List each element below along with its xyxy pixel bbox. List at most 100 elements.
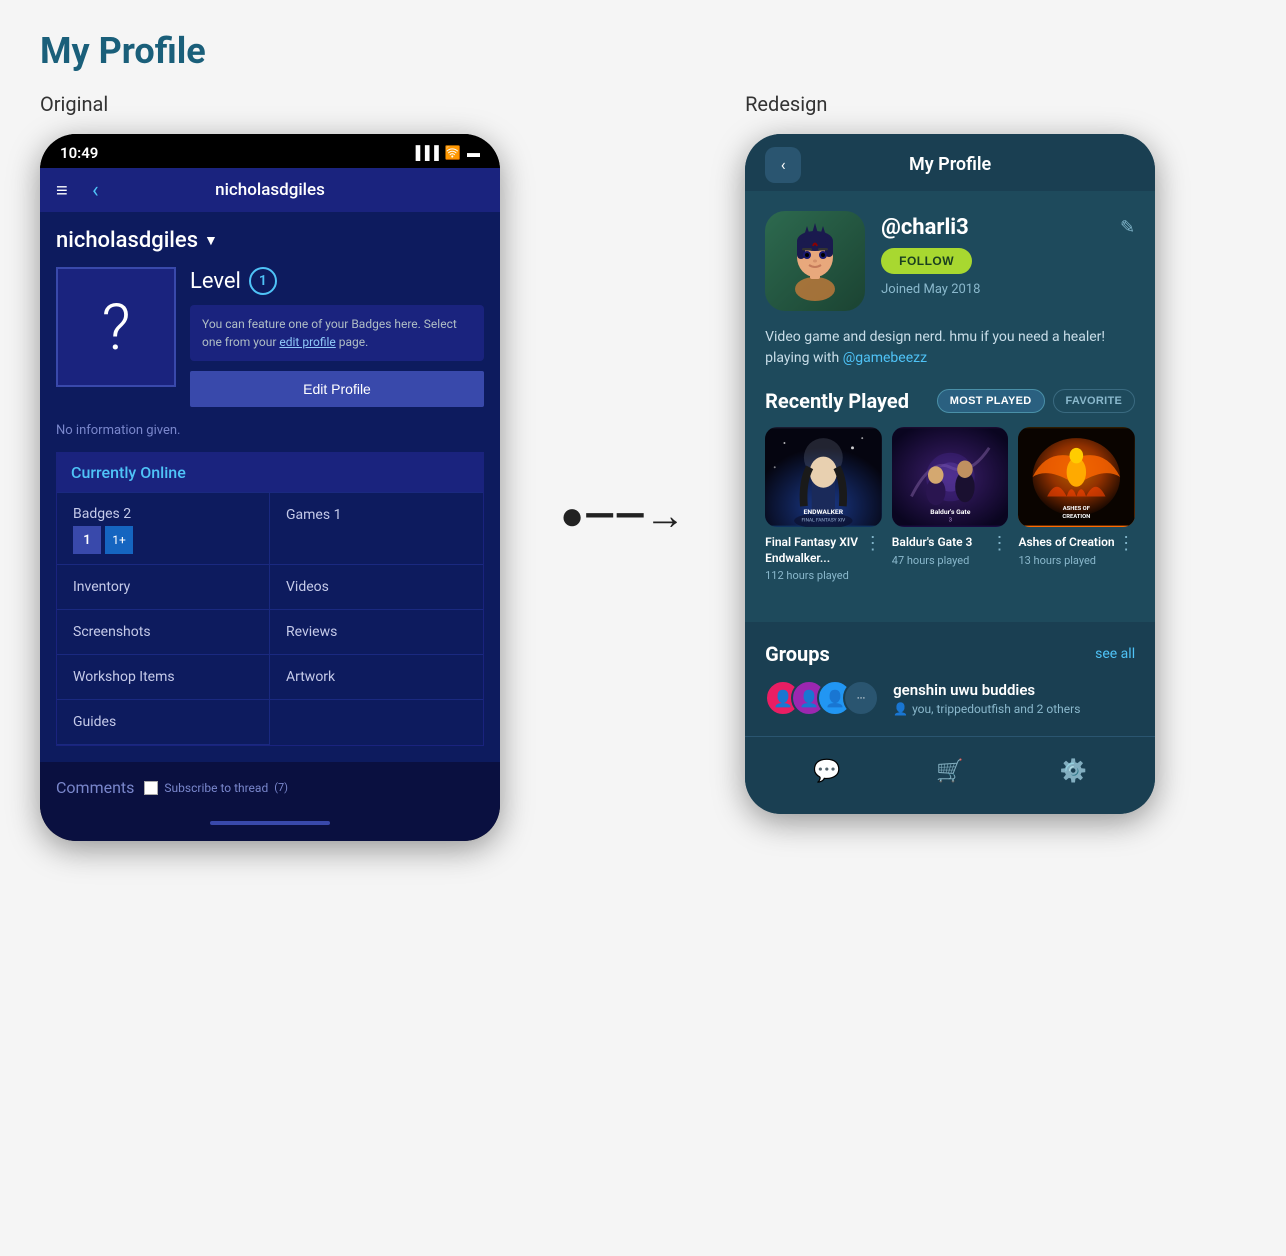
groups-title: Groups — [765, 642, 830, 666]
level-label: Level — [190, 269, 241, 294]
avatar-character-icon — [775, 221, 855, 301]
edit-profile-button[interactable]: Edit Profile — [190, 371, 484, 407]
online-title: Currently Online — [71, 463, 186, 482]
header-title: nicholasdgiles — [215, 180, 325, 200]
bottom-navigation: 💬 🛒 ⚙️ — [745, 736, 1155, 814]
redesign-username: @charli3 — [881, 215, 969, 240]
svg-text:ENDWALKER: ENDWALKER — [804, 508, 844, 516]
chat-nav-icon[interactable]: 💬 — [807, 753, 846, 790]
svg-text:Baldur's Gate: Baldur's Gate — [930, 508, 971, 516]
badges-row: 1 1+ — [73, 526, 253, 554]
badge-info-text: You can feature one of your Badges here.… — [190, 305, 484, 361]
game-name-3: Ashes of Creation — [1018, 535, 1114, 551]
most-played-filter[interactable]: MOST PLAYED — [937, 389, 1045, 413]
cart-nav-icon[interactable]: 🛒 — [930, 753, 969, 790]
comments-section: Comments Subscribe to thread (7) — [40, 762, 500, 813]
back-chevron-icon: ‹ — [781, 155, 786, 174]
workshop-items-label: Workshop Items — [73, 669, 175, 685]
game-card-endwalker: ENDWALKER FINAL FANTASY XIV Final Fantas… — [765, 427, 882, 582]
original-phone: 10:49 ▐▐▐ 🛜 ▬ ≡ ‹ nicholasdgiles nichola… — [40, 134, 500, 841]
level-section: Level 1 You can feature one of your Badg… — [190, 267, 484, 407]
groups-header: Groups see all — [765, 642, 1135, 666]
reviews-cell[interactable]: Reviews — [270, 610, 483, 655]
username: nicholasdgiles — [56, 228, 198, 253]
level-badge: 1 — [249, 267, 277, 295]
badges-count: 2 — [123, 506, 131, 522]
menu-icon[interactable]: ≡ — [56, 178, 68, 203]
back-icon[interactable]: ‹ — [92, 178, 99, 203]
subscribe-label: Subscribe to thread — [164, 781, 268, 795]
profile-card: @charli3 ✎ FOLLOW Joined May 2018 Video … — [745, 191, 1155, 622]
arrow-container: ●——→ — [560, 492, 685, 539]
game-image-ashes[interactable]: ASHES OF CREATION — [1018, 427, 1135, 527]
redesign-section: Redesign ‹ My Profile — [745, 92, 1155, 814]
subscribe-checkbox[interactable] — [144, 781, 158, 795]
original-label: Original — [40, 92, 500, 116]
group-name[interactable]: genshin uwu buddies — [893, 681, 1135, 699]
group-avatar-more: ··· — [843, 680, 879, 716]
inventory-cell[interactable]: Inventory — [57, 565, 270, 610]
person-icon: 👤 — [893, 702, 908, 716]
group-item: 👤 👤 👤 ··· genshin uwu buddies 👤 you, tri… — [765, 680, 1135, 716]
back-button[interactable]: ‹ — [765, 147, 801, 183]
games-label: Games — [286, 507, 330, 523]
group-avatars: 👤 👤 👤 ··· — [765, 680, 879, 716]
game-name-2: Baldur's Gate 3 — [892, 535, 973, 551]
dropdown-arrow-icon[interactable]: ▼ — [204, 232, 218, 249]
signal-icon: ▐▐▐ — [411, 145, 439, 161]
status-icons: ▐▐▐ 🛜 ▬ — [411, 145, 480, 161]
edit-profile-icon[interactable]: ✎ — [1120, 217, 1135, 238]
game-hours-2: 47 hours played — [892, 554, 1009, 567]
bio-mention[interactable]: @gamebeezz — [843, 350, 927, 366]
profile-section: ? Level 1 You can feature one of your Ba… — [56, 267, 484, 407]
user-info-row: @charli3 ✎ FOLLOW Joined May 2018 — [765, 211, 1135, 311]
group-info: genshin uwu buddies 👤 you, trippedoutfis… — [893, 681, 1135, 716]
screenshots-cell[interactable]: Screenshots — [57, 610, 270, 655]
artwork-cell[interactable]: Artwork — [270, 655, 483, 700]
follow-button[interactable]: FOLLOW — [881, 248, 972, 274]
redesign-label: Redesign — [745, 92, 1155, 116]
comments-label: Comments — [56, 778, 134, 797]
game-name-row-1: Final Fantasy XIV Endwalker... ⋮ — [765, 535, 882, 569]
game-image-bg3[interactable]: Baldur's Gate 3 — [892, 427, 1009, 527]
videos-cell[interactable]: Videos — [270, 565, 483, 610]
see-all-link[interactable]: see all — [1095, 646, 1135, 662]
scroll-indicator[interactable] — [210, 821, 330, 825]
group-members: 👤 you, trippedoutfish and 2 others — [893, 702, 1135, 716]
badges-label: Badges 2 — [73, 506, 131, 522]
games-cell[interactable]: Games 1 — [270, 493, 483, 565]
level-row: Level 1 — [190, 267, 484, 295]
scroll-bar-area — [40, 813, 500, 841]
game-hours-3: 13 hours played — [1018, 554, 1135, 567]
edit-profile-link[interactable]: edit profile — [279, 335, 335, 349]
workshop-items-cell[interactable]: Workshop Items — [57, 655, 270, 700]
filter-buttons: MOST PLAYED FAVORITE — [937, 389, 1135, 413]
game-more-icon-2[interactable]: ⋮ — [990, 535, 1008, 553]
game-name-row-2: Baldur's Gate 3 ⋮ — [892, 535, 1009, 554]
user-info: @charli3 ✎ FOLLOW Joined May 2018 — [881, 211, 1135, 297]
wifi-icon: 🛜 — [445, 146, 461, 161]
redesign-phone: ‹ My Profile — [745, 134, 1155, 814]
badge-item-1: 1 — [73, 526, 101, 554]
favorite-filter[interactable]: FAVORITE — [1053, 389, 1136, 413]
status-time: 10:49 — [60, 144, 98, 162]
battery-icon: ▬ — [467, 145, 480, 161]
svg-text:CREATION: CREATION — [1063, 514, 1091, 520]
game-name-1: Final Fantasy XIV Endwalker... — [765, 535, 864, 566]
guides-cell[interactable]: Guides — [57, 700, 270, 745]
redesign-header-title: My Profile — [909, 154, 991, 175]
game-image-endwalker[interactable]: ENDWALKER FINAL FANTASY XIV — [765, 427, 882, 527]
stats-grid: Badges 2 1 1+ Games 1 Inventory — [57, 492, 483, 745]
inventory-label: Inventory — [73, 579, 130, 595]
status-bar: 10:49 ▐▐▐ 🛜 ▬ — [40, 134, 500, 168]
online-header: Currently Online — [57, 453, 483, 492]
artwork-label: Artwork — [286, 669, 335, 685]
games-row: ENDWALKER FINAL FANTASY XIV Final Fantas… — [765, 427, 1135, 582]
guides-label: Guides — [73, 714, 116, 730]
app-header: ≡ ‹ nicholasdgiles — [40, 168, 500, 212]
settings-nav-icon[interactable]: ⚙️ — [1054, 753, 1093, 790]
avatar: ? — [56, 267, 176, 387]
game-more-icon-3[interactable]: ⋮ — [1117, 535, 1135, 553]
currently-online-section: Currently Online Badges 2 1 1+ — [56, 452, 484, 746]
game-more-icon-1[interactable]: ⋮ — [864, 535, 882, 553]
